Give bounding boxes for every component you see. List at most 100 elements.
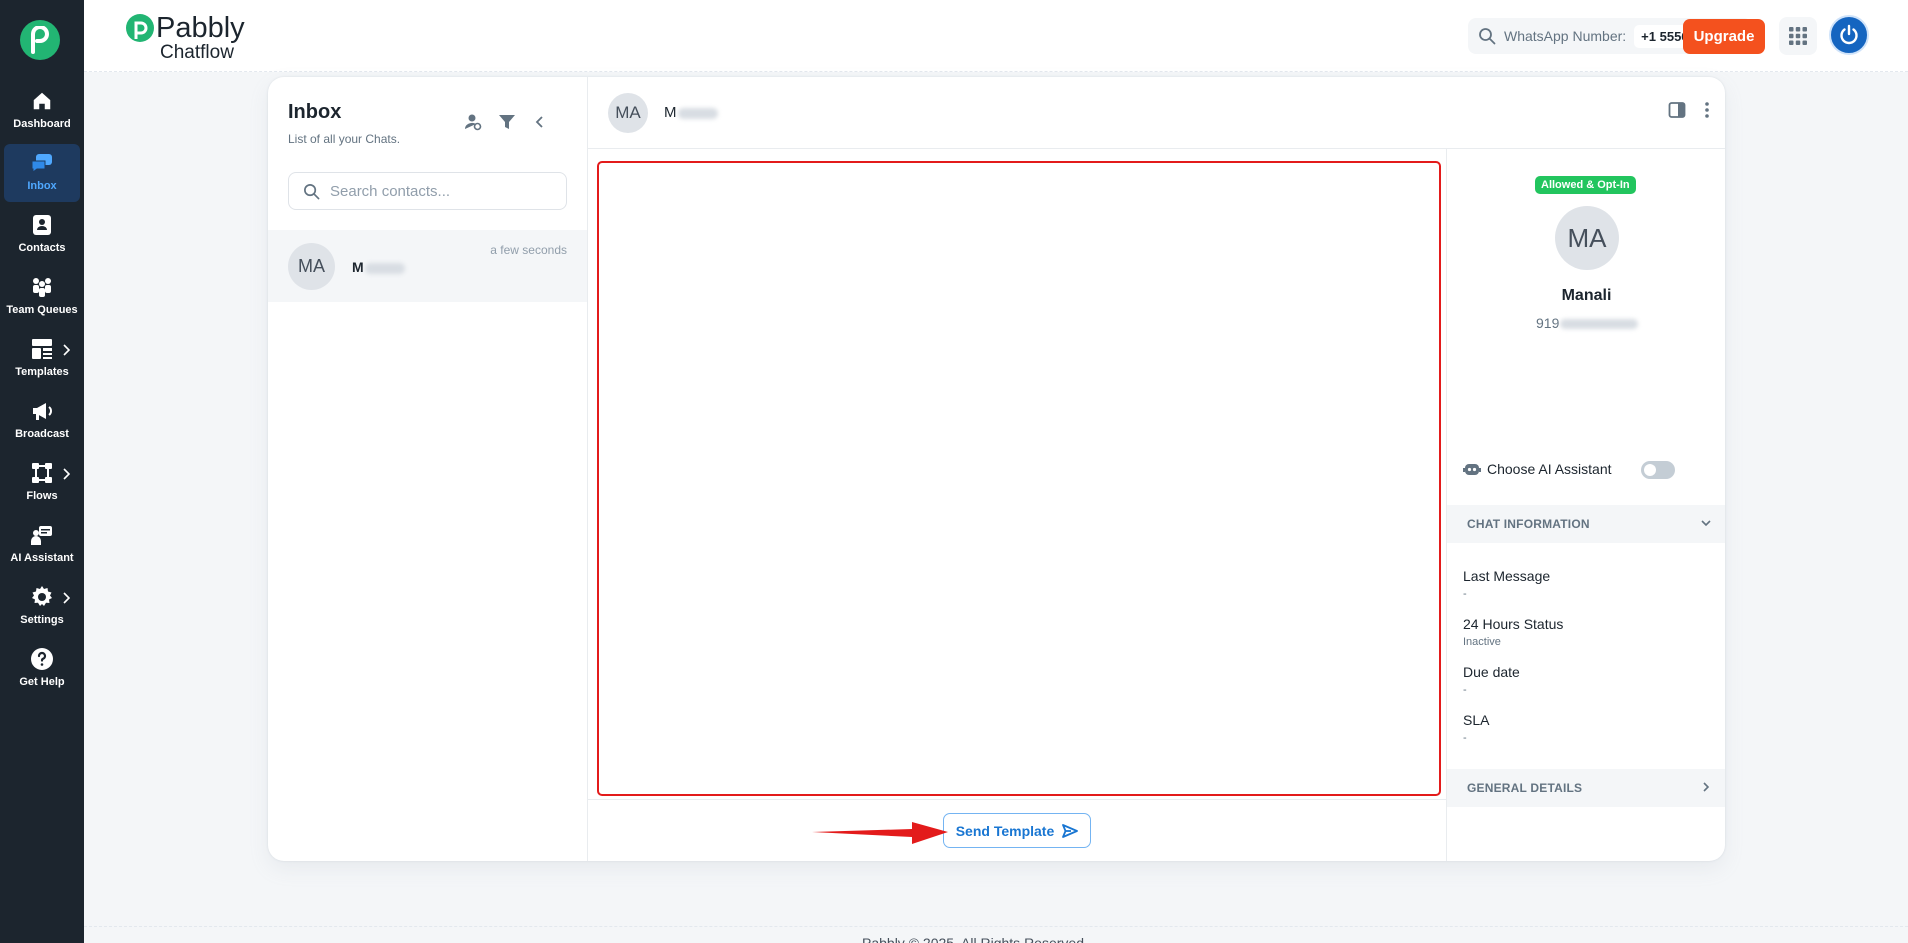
- search-icon: [1479, 28, 1496, 45]
- flows-icon: [29, 460, 55, 486]
- power-icon: [1840, 24, 1858, 45]
- sidebar-item-get-help[interactable]: Get Help: [0, 640, 84, 698]
- inbox-card: Inbox List of all your Chats. MA M a few…: [268, 77, 1725, 861]
- chat-timestamp: a few seconds: [490, 243, 567, 257]
- sidebar-item-label: Get Help: [19, 676, 65, 688]
- sidebar-item-settings[interactable]: Settings: [0, 578, 84, 636]
- contact-name: Manali: [1561, 287, 1612, 304]
- help-icon: [29, 646, 55, 672]
- megaphone-icon: [29, 398, 55, 424]
- page-title: Inbox: [288, 101, 342, 123]
- chevron-right-icon: [63, 468, 70, 480]
- team-icon: [29, 274, 55, 300]
- brand-name-top: Pabbly: [156, 12, 245, 44]
- chevron-right-icon: [63, 344, 70, 356]
- chat-list-item[interactable]: MA M a few seconds: [268, 230, 587, 302]
- info-due-date: Due date -: [1463, 664, 1520, 696]
- chevron-down-icon: [1701, 520, 1711, 527]
- sidebar-item-label: Templates: [15, 366, 69, 378]
- status-badge: Allowed & Opt-In: [1535, 176, 1636, 194]
- conversation-contact-name: M: [664, 104, 718, 121]
- info-label: 24 Hours Status: [1463, 616, 1564, 632]
- apps-grid-icon: [1789, 27, 1807, 45]
- redacted-text: [1560, 319, 1639, 330]
- inbox-panel: Inbox List of all your Chats. MA M a few…: [268, 77, 588, 861]
- sidebar-item-label: AI Assistant: [10, 552, 74, 564]
- info-value: -: [1463, 732, 1467, 744]
- sidebar-item-broadcast[interactable]: Broadcast: [0, 392, 84, 450]
- pabbly-logo-icon[interactable]: [20, 20, 60, 60]
- avatar: MA: [608, 93, 648, 133]
- footer-copyright: Pabbly © 2025. All Rights Reserved.: [862, 935, 1088, 943]
- sidebar-item-inbox[interactable]: Inbox: [4, 144, 80, 202]
- ai-assistant-icon: [29, 522, 55, 548]
- redacted-text: [677, 107, 718, 119]
- send-icon: [1062, 823, 1079, 838]
- gear-icon: [29, 584, 55, 610]
- whatsapp-number-label: WhatsApp Number:: [1504, 28, 1627, 44]
- general-details-section[interactable]: GENERAL DETAILS: [1447, 769, 1725, 807]
- search-contacts-input[interactable]: [330, 182, 550, 200]
- conversation-panel: MA M Send Template: [588, 77, 1725, 861]
- sidebar: Dashboard Inbox Contacts Team Queues Tem…: [0, 0, 84, 943]
- home-icon: [29, 88, 55, 114]
- avatar: MA: [288, 243, 335, 290]
- assign-user-icon[interactable]: [464, 113, 482, 131]
- more-vertical-icon[interactable]: [1704, 101, 1710, 119]
- sidebar-item-label: Contacts: [18, 242, 66, 254]
- chat-information-section[interactable]: CHAT INFORMATION: [1447, 505, 1725, 543]
- templates-icon: [29, 336, 55, 362]
- chat-icon: [29, 150, 55, 176]
- upgrade-button[interactable]: Upgrade: [1683, 19, 1765, 54]
- sidebar-item-label: Flows: [26, 490, 58, 502]
- sidebar-item-label: Broadcast: [15, 428, 69, 440]
- sidebar-item-flows[interactable]: Flows: [0, 454, 84, 512]
- search-contacts-field[interactable]: [288, 172, 567, 210]
- ai-assistant-label: Choose AI Assistant: [1487, 461, 1612, 477]
- chevron-left-icon[interactable]: [532, 114, 548, 130]
- apps-grid-button[interactable]: [1779, 17, 1817, 55]
- sidebar-item-label: Dashboard: [13, 118, 71, 130]
- annotation-arrow: [812, 822, 948, 844]
- conversation-contact-name-text: M: [664, 104, 677, 121]
- conversation-footer: Send Template: [588, 799, 1446, 861]
- info-value: -: [1463, 588, 1467, 600]
- contact-phone-prefix: 919: [1536, 315, 1560, 331]
- filter-icon[interactable]: [498, 113, 516, 131]
- sidebar-item-label: Settings: [20, 614, 64, 626]
- sidebar-item-team-queues[interactable]: Team Queues: [0, 268, 84, 326]
- section-title: GENERAL DETAILS: [1467, 781, 1583, 795]
- sidebar-item-templates[interactable]: Templates: [0, 330, 84, 388]
- redacted-text: [364, 262, 405, 274]
- info-last-message: Last Message -: [1463, 568, 1550, 600]
- info-value: -: [1463, 684, 1467, 696]
- page-subtitle: List of all your Chats.: [288, 132, 401, 146]
- send-template-label: Send Template: [955, 822, 1055, 839]
- info-label: Due date: [1463, 664, 1520, 680]
- chevron-right-icon: [1703, 782, 1710, 792]
- robot-icon: [1463, 464, 1481, 475]
- footer: Pabbly © 2025. All Rights Reserved.: [84, 926, 1908, 943]
- ai-assistant-row: Choose AI Assistant: [1463, 461, 1713, 479]
- info-label: Last Message: [1463, 568, 1551, 584]
- chat-contact-name: M: [352, 259, 405, 275]
- sidebar-item-ai-assistant[interactable]: AI Assistant: [0, 516, 84, 574]
- sidebar-item-label: Team Queues: [6, 304, 78, 316]
- message-area: [597, 161, 1441, 796]
- sidebar-item-dashboard[interactable]: Dashboard: [0, 82, 84, 140]
- toggle-details-panel-icon[interactable]: [1668, 101, 1686, 119]
- search-icon: [304, 183, 320, 199]
- top-bar: Pabbly Chatflow WhatsApp Number: +1 5556…: [84, 0, 1908, 72]
- ai-assistant-toggle[interactable]: [1641, 461, 1675, 479]
- contact-phone: 919: [1536, 315, 1639, 331]
- info-value: Inactive: [1463, 636, 1501, 648]
- contacts-icon: [29, 212, 55, 238]
- account-button[interactable]: [1829, 15, 1869, 55]
- info-label: SLA: [1463, 712, 1490, 728]
- sidebar-item-label: Inbox: [27, 180, 57, 192]
- section-title: CHAT INFORMATION: [1467, 517, 1590, 531]
- sidebar-item-contacts[interactable]: Contacts: [0, 206, 84, 264]
- conversation-actions: [1668, 101, 1710, 119]
- send-template-button[interactable]: Send Template: [943, 813, 1091, 848]
- brand-logo[interactable]: Pabbly Chatflow: [124, 12, 254, 63]
